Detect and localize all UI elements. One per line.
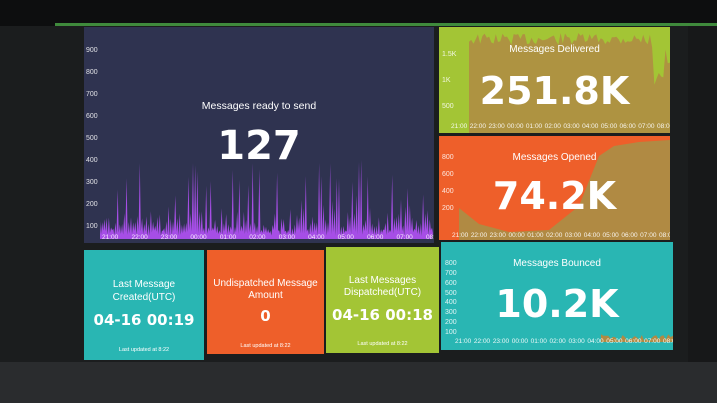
last-dispatched-value: 04-16 00:18 <box>332 306 433 324</box>
x-tick-label: 08:00 <box>663 338 673 345</box>
x-tick-label: 22:00 <box>469 123 486 130</box>
ready-title: Messages ready to send <box>201 100 317 112</box>
opened-title: Messages Opened <box>512 152 597 163</box>
delivered-value: 251.8K <box>479 69 630 113</box>
x-tick-label: 00:00 <box>190 234 207 241</box>
y-tick-label: 800 <box>86 69 98 76</box>
y-tick-label: 700 <box>86 91 98 98</box>
last-dispatched-note: Last updated at 8:22 <box>357 341 408 347</box>
x-tick-label: 07:00 <box>640 232 657 239</box>
monitor-bezel-right <box>688 26 717 362</box>
monitor-bezel-bottom <box>0 362 717 403</box>
x-tick-label: 07:00 <box>638 123 655 130</box>
last-created-note: Last updated at 8:22 <box>118 347 170 353</box>
opened-value: 74.2K <box>492 174 617 218</box>
undispatched-title-2: Amount <box>248 290 283 301</box>
undispatched-value: 0 <box>260 307 271 325</box>
x-tick-label: 06:00 <box>619 123 636 130</box>
y-tick-label: 700 <box>445 269 457 277</box>
last-dispatched-title-1: Last Messages <box>348 275 417 286</box>
x-tick-label: 08:0 <box>426 234 434 241</box>
panel-messages-delivered[interactable]: 1.5K 1K 500 Messages Delivered 251.8K 21:0… <box>439 27 670 133</box>
x-tick-label: 22:00 <box>470 232 488 239</box>
x-tick-label: 05:00 <box>600 123 618 130</box>
panel-messages-opened[interactable]: 800 600 400 200 Messages Opened 74.2K 21:00… <box>439 136 670 240</box>
x-tick-label: 00:00 <box>511 338 528 345</box>
x-tick-label: 07:00 <box>644 338 661 345</box>
bounced-value: 10.2K <box>495 282 619 326</box>
x-tick-label: 06:00 <box>625 338 642 345</box>
y-tick-label: 300 <box>86 179 98 186</box>
ready-value: 127 <box>217 123 301 169</box>
x-tick-label: 23:00 <box>489 232 506 239</box>
x-tick-label: 21:00 <box>451 123 468 130</box>
x-tick-label: 05:00 <box>602 232 619 239</box>
x-tick-label: 23:00 <box>488 123 505 130</box>
last-created-value: 04-16 00:19 <box>93 311 195 329</box>
x-tick-label: 21:00 <box>455 338 472 345</box>
panel-messages-ready-to-send[interactable]: 900 800 700 600 500 400 300 200 100 Messages rea… <box>84 27 434 243</box>
x-tick-label: 05:00 <box>337 234 354 241</box>
x-tick-label: 01:00 <box>527 232 544 239</box>
x-tick-label: 01:00 <box>530 338 547 345</box>
y-tick-label: 200 <box>86 201 98 208</box>
x-tick-label: 23:00 <box>160 234 178 241</box>
x-tick-label: 02:00 <box>544 123 561 130</box>
x-tick-label: 21:00 <box>102 234 119 241</box>
x-tick-label: 02:00 <box>546 232 563 239</box>
x-tick-label: 22:00 <box>131 234 148 241</box>
x-tick-label: 08:00 <box>659 232 670 239</box>
x-tick-label: 01:00 <box>219 234 237 241</box>
x-tick-label: 03:00 <box>568 338 585 345</box>
x-tick-label: 07:00 <box>396 234 413 241</box>
last-created-title-1: Last Message <box>112 279 176 290</box>
panel-last-message-created[interactable]: Last Message Created(UTC) 04-16 00:19 La… <box>84 250 204 360</box>
x-tick-label: 02:00 <box>549 338 566 345</box>
panel-undispatched-amount[interactable]: Undispatched Message Amount 0 Last updat… <box>207 250 324 354</box>
y-tick-label: 600 <box>86 113 98 120</box>
x-tick-label: 06:00 <box>621 232 638 239</box>
x-tick-label: 04:00 <box>582 123 599 130</box>
x-tick-label: 04:00 <box>308 234 325 241</box>
x-tick-label: 04:00 <box>587 338 604 345</box>
x-tick-label: 22:00 <box>473 338 491 345</box>
delivered-title: Messages Delivered <box>509 44 600 55</box>
x-tick-label: 02:00 <box>249 234 266 241</box>
x-tick-label: 03:00 <box>564 232 582 239</box>
x-tick-label: 23:00 <box>492 338 510 345</box>
ready-series-area <box>100 159 433 239</box>
x-tick-label: 03:00 <box>278 234 295 241</box>
x-tick-label: 03:00 <box>563 123 580 130</box>
bounced-title: Messages Bounced <box>513 258 601 269</box>
panel-messages-bounced[interactable]: 800 700 600 500 400 300 200 100 Messages Bounce… <box>441 242 673 350</box>
x-tick-label: 00:00 <box>507 123 524 130</box>
last-created-title-2: Created(UTC) <box>112 292 176 303</box>
x-tick-label: 05:00 <box>606 338 623 345</box>
x-tick-label: 08:00 <box>657 123 670 130</box>
panel-last-messages-dispatched[interactable]: Last Messages Dispatched(UTC) 04-16 00:1… <box>326 247 439 353</box>
x-tick-label: 06:00 <box>367 234 384 241</box>
y-tick-label: 100 <box>86 223 98 230</box>
x-tick-label: 01:00 <box>525 123 543 130</box>
last-dispatched-title-2: Dispatched(UTC) <box>343 287 422 298</box>
undispatched-note: Last updated at 8:22 <box>240 343 291 349</box>
x-tick-label: 04:00 <box>583 232 600 239</box>
y-tick-label: 900 <box>86 47 98 54</box>
undispatched-title-1: Undispatched Message <box>213 278 318 289</box>
y-tick-label: 100 <box>445 329 457 336</box>
screen-accent-line <box>55 23 717 26</box>
x-tick-label: 21:00 <box>452 232 469 239</box>
x-tick-label: 00:00 <box>508 232 525 239</box>
